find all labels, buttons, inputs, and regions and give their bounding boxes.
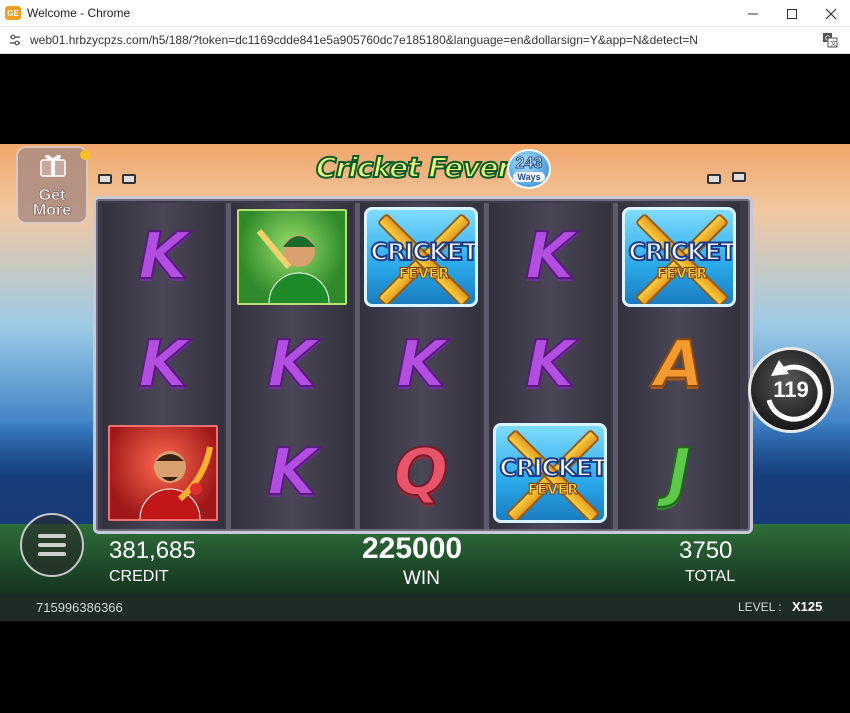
scatter-text-line2: FEVER [527,482,579,499]
translate-icon[interactable]: G 文 [822,32,838,48]
scatter-text-line2: FEVER [656,266,708,283]
reel-column: KK [102,203,224,529]
reel-column: K K CRICKET FEVER [489,203,611,529]
level-value: X125 [792,599,823,614]
hamburger-bar [38,552,66,556]
floodlight-icon [707,174,721,184]
letter-symbol-q: Q [393,435,449,511]
reel-separator [484,203,489,529]
maximize-button[interactable] [772,0,811,27]
scatter-text-line1: CRICKET [628,237,736,267]
hamburger-bar [38,543,66,547]
maximize-icon [786,8,797,19]
floodlight-icon [98,174,112,184]
close-icon [825,8,836,19]
reel-symbol: A [620,313,738,417]
letter-symbol-a: A [653,327,705,403]
scatter-symbol: CRICKET FEVER [493,423,607,523]
reel-symbol: CRICKET FEVER [362,205,480,309]
app-icon: GE [5,6,21,20]
window-controls [733,0,850,27]
total-value[interactable]: 3750 [679,537,732,565]
svg-text:文: 文 [830,39,837,48]
reel-separator [613,203,618,529]
game-canvas[interactable]: Cricket Fever 243 Ways Get More K K K K CRIC… [0,144,850,621]
reel-symbol: K [233,421,351,525]
reel-symbol [104,421,222,525]
get-more-button[interactable]: Get More [16,146,88,224]
get-more-line2: More [32,202,72,219]
level-label: LEVEL : [738,600,782,614]
url-text[interactable]: web01.hrbzycpzs.com/h5/188/?token=dc1169… [30,33,698,47]
minimize-button[interactable] [733,0,772,27]
scatter-text-line1: CRICKET [499,453,607,483]
scatter-text-line1: CRICKET [370,237,478,267]
batsman-symbol [237,209,347,305]
address-bar[interactable]: web01.hrbzycpzs.com/h5/188/?token=dc1169… [0,27,850,54]
letter-symbol-k: K [395,327,447,403]
site-settings-icon[interactable] [8,33,22,47]
reel-separator [226,203,231,529]
reel-column: KK [231,203,353,529]
win-label: WIN [403,568,440,589]
reel-symbol [233,205,351,309]
minimize-icon [747,13,758,14]
notification-dot [80,150,90,160]
win-value: 225000 [362,532,463,565]
letter-symbol-k: K [524,327,576,403]
ways-badge: 243 Ways [507,149,551,189]
floodlight-icon [732,172,746,182]
scatter-symbol: CRICKET FEVER [364,207,478,307]
hamburger-menu-icon [38,534,66,538]
letter-symbol-k: K [524,219,576,295]
reel-symbol: K [104,205,222,309]
floodlight-icon [122,174,136,184]
reel-symbol: Q [362,421,480,525]
logo-title: Cricket Fever [315,150,512,185]
close-button[interactable] [811,0,850,27]
player-icon [139,446,213,519]
ways-number: 243 [515,155,543,172]
player-icon [256,229,330,303]
game-logo: Cricket Fever 243 Ways [310,147,551,199]
letter-symbol-k: K [266,327,318,403]
footer-bar [0,594,850,621]
reel-separator [355,203,360,529]
reel-symbol: CRICKET FEVER [491,421,609,525]
window-title: Welcome - Chrome [27,6,131,20]
gift-icon [40,154,66,177]
letter-symbol-k: K [137,219,189,295]
autospin-arrow-icon [766,360,823,422]
menu-button[interactable] [20,513,84,577]
reel-symbol: K [233,313,351,417]
reel-column: CRICKET FEVER K Q [360,203,482,529]
ways-label: Ways [513,172,545,182]
window-titlebar: GE Welcome - Chrome [0,0,850,27]
reel-grid: K K K K CRICKET FEVER K Q K K CRICKET FEVER CRICKET F… [93,196,753,534]
scatter-symbol: CRICKET FEVER [622,207,736,307]
reel-symbol: K [104,313,222,417]
letter-symbol-j: J [666,435,692,511]
letter-symbol-k: K [266,435,318,511]
game-viewport: Cricket Fever 243 Ways Get More K K K K CRIC… [0,55,850,713]
reel-symbol: K [491,205,609,309]
reel-symbol: J [620,421,738,525]
bowler-symbol [108,425,218,521]
reel-symbol: CRICKET FEVER [620,205,738,309]
credit-label: CREDIT [109,568,169,585]
letter-symbol-k: K [137,327,189,403]
session-id: 715996386366 [36,600,123,615]
total-label: TOTAL [685,568,736,585]
scatter-text-line2: FEVER [398,266,450,283]
autospin-button[interactable]: 119 [748,347,834,433]
credit-value: 381,685 [109,537,196,564]
get-more-line1: Get [38,187,66,204]
reel-symbol: K [362,313,480,417]
reel-column: CRICKET FEVER A J [618,203,740,529]
reel-symbol: K [491,313,609,417]
